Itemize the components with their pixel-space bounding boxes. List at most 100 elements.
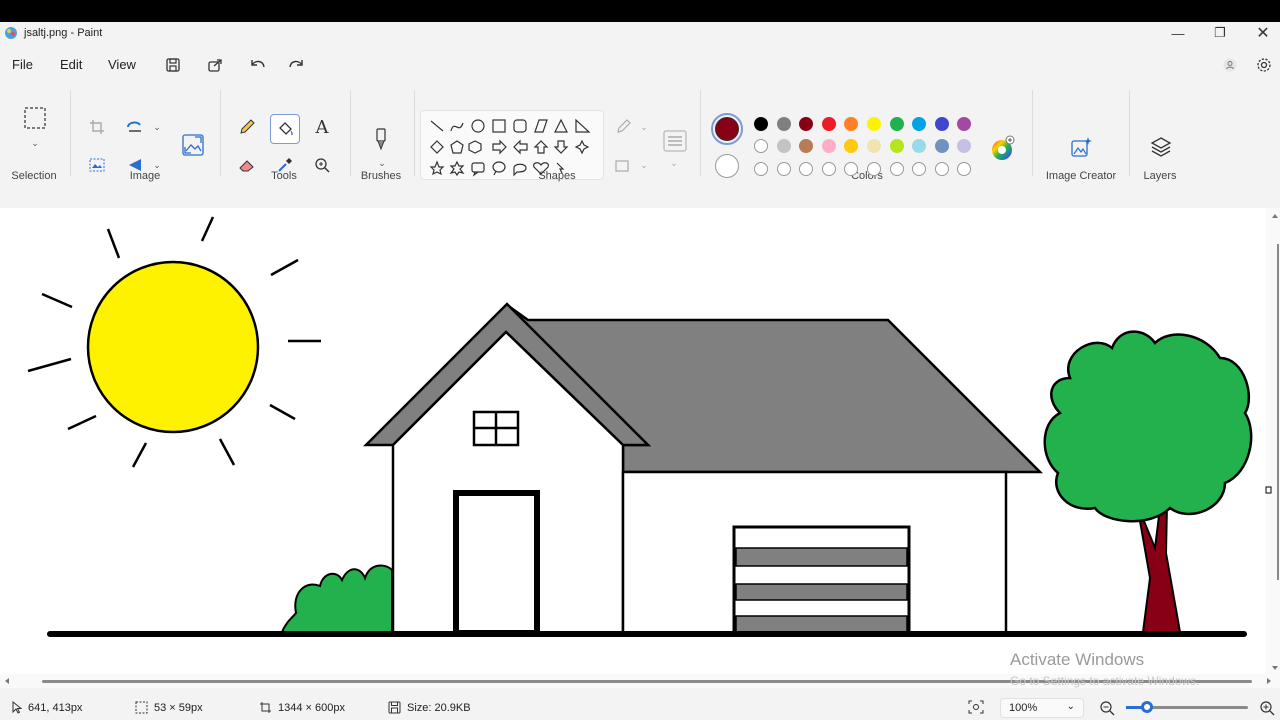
- undo-icon[interactable]: [247, 54, 269, 76]
- account-icon[interactable]: [1219, 54, 1241, 76]
- house-window: [472, 410, 520, 447]
- ribbon-divider: [414, 90, 415, 176]
- zoom-slider-track[interactable]: [1126, 701, 1248, 713]
- paint-logo-icon: [5, 27, 17, 39]
- line-size-icon[interactable]: [662, 128, 688, 154]
- drawing-canvas[interactable]: [0, 208, 1280, 674]
- palette-swatch[interactable]: [889, 139, 904, 153]
- menu-view[interactable]: View: [108, 57, 136, 72]
- custom-color-slot[interactable]: [867, 162, 881, 176]
- selection-size: 53 × 59px: [135, 701, 203, 714]
- pencil-icon[interactable]: [236, 116, 258, 138]
- ribbon: ⌄ Selection ⌄ ⌄ Image A Tools ⌄ Brushes: [0, 84, 1280, 184]
- cursor-arrow-icon: [12, 701, 22, 714]
- ribbon-divider: [1032, 90, 1033, 176]
- save-icon[interactable]: [162, 54, 184, 76]
- group-label-shapes: Shapes: [538, 170, 576, 182]
- title-bar: jsaltj.png - Paint — ❐ ✕: [0, 22, 1280, 44]
- menu-edit[interactable]: Edit: [60, 57, 82, 72]
- palette-swatch[interactable]: [957, 117, 972, 131]
- redo-icon[interactable]: [285, 54, 307, 76]
- zoom-in-icon: [1260, 701, 1275, 716]
- file-size-disk-icon: [388, 701, 401, 714]
- menu-file[interactable]: File: [12, 57, 33, 72]
- fill-bucket-icon[interactable]: [270, 114, 300, 144]
- canvas-size: 1344 × 600px: [259, 701, 345, 714]
- shape-outline-icon[interactable]: [612, 116, 634, 138]
- group-label-brushes: Brushes: [360, 170, 402, 182]
- group-label-selection: Selection: [11, 170, 57, 182]
- custom-color-slot[interactable]: [754, 162, 768, 176]
- ribbon-divider: [70, 90, 71, 176]
- text-tool-icon[interactable]: A: [311, 116, 333, 138]
- activate-windows-title: Activate Windows: [1010, 650, 1145, 669]
- custom-color-slot[interactable]: [821, 162, 836, 176]
- activate-windows-subtitle: Go to Settings to activate Windows.: [1010, 674, 1200, 688]
- zoom-in-button[interactable]: [1259, 700, 1275, 716]
- palette-swatch[interactable]: [799, 139, 814, 153]
- paint-window: jsaltj.png - Paint — ❐ ✕ File Edit View …: [0, 22, 1280, 720]
- scroll-right-arrow-icon[interactable]: [1267, 678, 1271, 684]
- custom-color-slot[interactable]: [889, 162, 904, 176]
- selection-dropdown-chevron-icon[interactable]: ⌄: [24, 132, 46, 154]
- canvas-resize-handle[interactable]: [1265, 486, 1272, 494]
- palette-swatch[interactable]: [889, 117, 904, 131]
- custom-color-slot[interactable]: [934, 162, 949, 176]
- palette-swatch[interactable]: [934, 139, 949, 153]
- zoom-chevron-down-icon: ⌄: [1066, 701, 1075, 712]
- zoom-slider-thumb[interactable]: [1141, 701, 1153, 713]
- palette-swatch[interactable]: [799, 117, 814, 131]
- cursor-position: 641, 413px: [12, 701, 82, 714]
- palette-swatch[interactable]: [844, 117, 859, 131]
- palette-swatch[interactable]: [754, 117, 768, 131]
- maximize-button[interactable]: ❐: [1206, 23, 1234, 43]
- scroll-left-arrow-icon[interactable]: [5, 678, 9, 684]
- zoom-select[interactable]: 100% ⌄: [1000, 698, 1084, 718]
- selection-size-icon: [135, 701, 148, 714]
- group-label-image-creator: Image Creator: [1045, 170, 1117, 182]
- canvas-viewport[interactable]: [0, 208, 1280, 674]
- group-label-layers: Layers: [1143, 170, 1177, 182]
- crop-icon[interactable]: [86, 116, 108, 138]
- primary-color-selector[interactable]: [711, 113, 743, 145]
- window-title: jsaltj.png - Paint: [24, 27, 103, 39]
- layers-icon[interactable]: [1148, 134, 1174, 160]
- palette-swatch[interactable]: [844, 139, 859, 153]
- edit-colors-icon[interactable]: [988, 134, 1016, 162]
- settings-gear-icon[interactable]: [1253, 54, 1275, 76]
- sun-disc: [86, 260, 260, 434]
- image-creator-icon[interactable]: [1068, 134, 1094, 160]
- palette-swatch[interactable]: [821, 139, 836, 153]
- palette-swatch[interactable]: [776, 117, 791, 131]
- shape-outline-dropdown-chevron-icon[interactable]: ⌄: [633, 116, 655, 138]
- zoom-value: 100%: [1009, 702, 1038, 714]
- vertical-scrollbar[interactable]: [1266, 208, 1280, 674]
- fit-to-window-icon: [968, 700, 984, 714]
- palette-swatch[interactable]: [912, 139, 927, 153]
- fit-to-window-button[interactable]: [968, 700, 984, 714]
- palette-swatch[interactable]: [776, 139, 791, 153]
- palette-swatch[interactable]: [867, 139, 881, 153]
- image-resize-skew-icon[interactable]: [180, 132, 206, 158]
- palette-swatch[interactable]: [912, 117, 927, 131]
- palette-swatch[interactable]: [957, 139, 972, 153]
- zoom-out-button[interactable]: [1099, 700, 1115, 716]
- primary-color-swatch: [715, 117, 739, 141]
- resize-icon[interactable]: [124, 116, 146, 138]
- palette-swatch[interactable]: [934, 117, 949, 131]
- palette-swatch[interactable]: [754, 139, 768, 153]
- close-button[interactable]: ✕: [1249, 23, 1277, 43]
- share-icon[interactable]: [204, 54, 226, 76]
- minimize-button[interactable]: —: [1164, 23, 1192, 43]
- ribbon-divider: [1129, 90, 1130, 176]
- palette-swatch[interactable]: [867, 117, 881, 131]
- custom-color-slot[interactable]: [776, 162, 791, 176]
- ribbon-divider: [350, 90, 351, 176]
- resize-dropdown-chevron-icon[interactable]: ⌄: [146, 116, 168, 138]
- house-door: [453, 490, 540, 636]
- brush-icon[interactable]: [368, 126, 394, 152]
- palette-swatch[interactable]: [821, 117, 836, 131]
- selection-rectangle-icon[interactable]: [23, 106, 47, 130]
- group-label-tools: Tools: [271, 170, 297, 182]
- vertical-scroll-thumb[interactable]: [1277, 244, 1279, 580]
